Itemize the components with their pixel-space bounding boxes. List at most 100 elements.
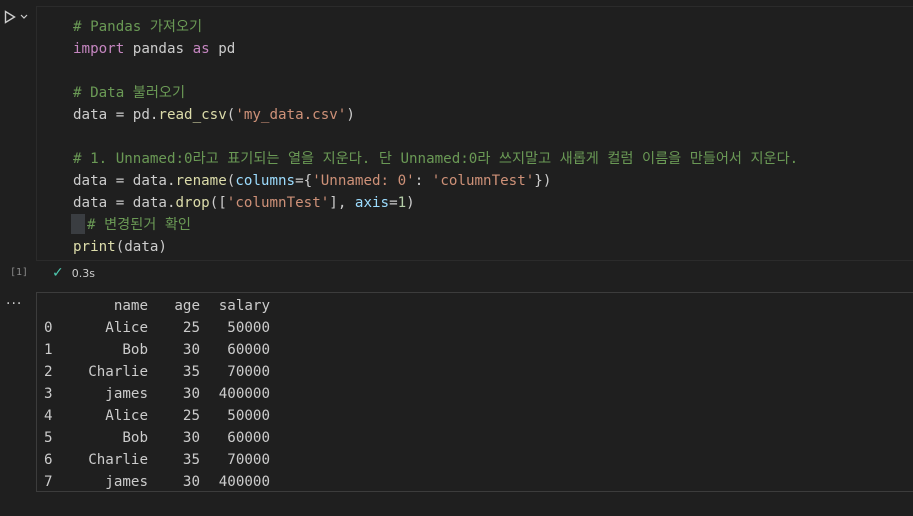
code-comment: # 1. Unnamed:0라고 표기되는 열을 지운다. 단 Unnamed:… — [73, 151, 799, 167]
code-text: ], — [329, 195, 355, 211]
table-row: 4 Alice 25 50000 — [44, 405, 270, 427]
code-comment: # Pandas 가져오기 — [73, 19, 203, 35]
table-cell: Alice — [105, 408, 148, 424]
code-comment: # Data 불러오기 — [73, 85, 186, 101]
code-string: 'columnTest' — [226, 195, 330, 211]
code-kwarg: columns — [235, 173, 296, 189]
code-kwarg: axis — [354, 195, 390, 211]
code-line: # 1. Unnamed:0라고 표기되는 열을 지운다. 단 Unnamed:… — [73, 148, 798, 170]
table-cell: 35 — [182, 364, 200, 380]
table-cell: 3 — [44, 386, 53, 402]
table-cell: james — [105, 386, 148, 402]
table-cell: 2 — [44, 364, 53, 380]
code-text: }) — [534, 173, 552, 189]
execution-duration: 0.3s — [71, 266, 95, 280]
code-text: ={ — [295, 173, 313, 189]
table-cell: Bob — [122, 342, 148, 358]
table-cell: Charlie — [88, 452, 148, 468]
table-row: 0 Alice 25 50000 — [44, 317, 270, 339]
table-cell: 25 — [182, 320, 200, 336]
code-text: ) — [406, 195, 415, 211]
output-more-actions[interactable]: ... — [6, 292, 22, 308]
text-cursor — [71, 214, 85, 234]
code-line: print(data) — [73, 236, 798, 258]
table-cell: 30 — [182, 386, 200, 402]
table-row: 3 james 30 400000 — [44, 383, 270, 405]
code-text: data — [73, 195, 108, 211]
table-cell: Alice — [105, 320, 148, 336]
table-cell: 6 — [44, 452, 53, 468]
code-text: pandas — [124, 41, 193, 57]
code-line: # Pandas 가져오기 — [73, 16, 798, 38]
column-header: name — [113, 298, 148, 314]
code-text: ) — [346, 107, 355, 123]
code-text: data — [73, 107, 108, 123]
code-line: # Data 불러오기 — [73, 82, 798, 104]
table-header-row: name age salary — [44, 295, 270, 317]
table-row: 2 Charlie 35 70000 — [44, 361, 270, 383]
code-function: drop — [175, 195, 210, 211]
code-text: = data. — [107, 195, 176, 211]
run-cell-button[interactable] — [4, 8, 34, 26]
chevron-down-icon[interactable] — [20, 14, 28, 20]
dataframe-output: name age salary 0 Alice 25 50000 1 Bob 30 60000 2 Ch… — [44, 295, 270, 493]
code-line: data = data.rename(columns={'Unnamed: 0'… — [73, 170, 798, 192]
code-line: data = data.drop(['columnTest'], axis=1) — [73, 192, 798, 214]
code-line-empty — [73, 126, 798, 148]
code-text: = pd. — [107, 107, 159, 123]
table-row: 6 Charlie 35 70000 — [44, 449, 270, 471]
code-string: 'columnTest' — [431, 173, 535, 189]
table-cell: 4 — [44, 408, 53, 424]
table-cell: 7 — [44, 474, 53, 490]
table-cell: 35 — [182, 452, 200, 468]
table-row: 5 Bob 30 60000 — [44, 427, 270, 449]
code-text: ([ — [209, 195, 227, 211]
table-cell: james — [105, 474, 148, 490]
code-line: # 변경된거 확인 — [71, 214, 798, 236]
check-icon: ✓ — [52, 265, 64, 281]
table-cell: 70000 — [227, 364, 270, 380]
code-number: 1 — [397, 195, 407, 211]
code-text: : — [414, 173, 432, 189]
table-cell: 30 — [182, 430, 200, 446]
code-line-empty — [73, 60, 798, 82]
table-row: 1 Bob 30 60000 — [44, 339, 270, 361]
table-cell: 25 — [182, 408, 200, 424]
code-text: (data) — [115, 239, 167, 255]
table-row: 7 james 30 400000 — [44, 471, 270, 493]
code-text: data — [73, 173, 108, 189]
table-cell: 0 — [44, 320, 53, 336]
table-cell: 30 — [182, 474, 200, 490]
cell-status: ✓ 0.3s — [52, 264, 95, 282]
code-text: = data. — [107, 173, 176, 189]
execution-count: [1] — [10, 267, 29, 278]
table-cell: 70000 — [227, 452, 270, 468]
code-text: = — [389, 195, 398, 211]
code-keyword: import — [73, 41, 125, 57]
code-line: data = pd.read_csv('my_data.csv') — [73, 104, 798, 126]
code-function: read_csv — [158, 107, 227, 123]
code-function: print — [73, 239, 116, 255]
code-comment: # 변경된거 확인 — [87, 217, 191, 233]
code-string: 'Unnamed: 0' — [312, 173, 415, 189]
play-icon — [4, 10, 16, 24]
table-cell: Bob — [122, 430, 148, 446]
code-line: import pandas as pd — [73, 38, 798, 60]
table-cell: 1 — [44, 342, 53, 358]
code-function: rename — [175, 173, 227, 189]
column-header: age — [174, 298, 200, 314]
table-cell: 60000 — [227, 342, 270, 358]
table-cell: Charlie — [88, 364, 148, 380]
table-cell: 400000 — [218, 386, 270, 402]
table-cell: 5 — [44, 430, 53, 446]
table-cell: 60000 — [227, 430, 270, 446]
column-header: salary — [218, 298, 270, 314]
code-text: pd — [209, 41, 236, 57]
table-cell: 50000 — [227, 408, 270, 424]
table-cell: 30 — [182, 342, 200, 358]
table-cell: 400000 — [218, 474, 270, 490]
code-keyword: as — [192, 41, 210, 57]
table-cell: 50000 — [227, 320, 270, 336]
code-editor[interactable]: # Pandas 가져오기 import pandas as pd # Data … — [71, 16, 798, 258]
code-string: 'my_data.csv' — [235, 107, 347, 123]
